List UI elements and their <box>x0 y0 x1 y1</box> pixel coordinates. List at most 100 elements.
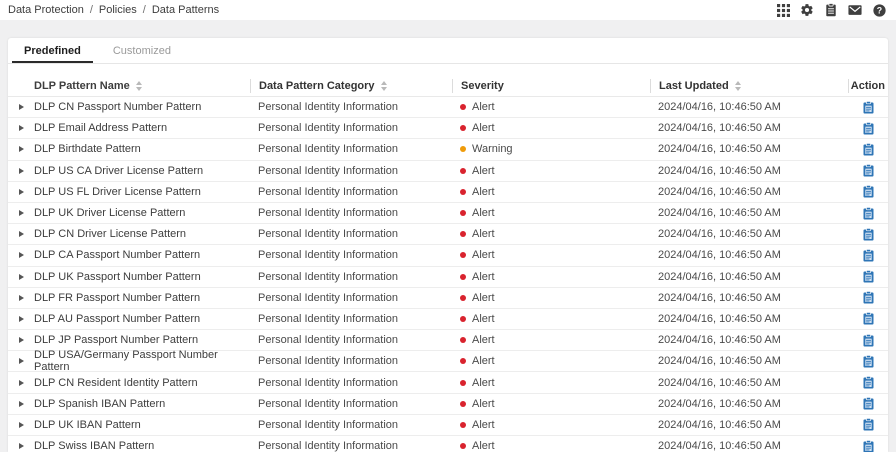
expand-caret-icon[interactable] <box>18 188 24 195</box>
table-row: DLP JP Passport Number Pattern Personal … <box>8 329 888 350</box>
column-header-category[interactable]: Data Pattern Category <box>250 79 452 93</box>
apps-grid-icon[interactable] <box>776 3 790 17</box>
pattern-name-cell: DLP Spanish IBAN Pattern <box>34 397 166 410</box>
severity-cell: Alert <box>452 440 650 452</box>
expand-caret-icon[interactable] <box>18 273 24 280</box>
column-label: Last Updated <box>659 80 729 92</box>
expand-caret-icon[interactable] <box>18 231 24 238</box>
expand-caret-icon[interactable] <box>18 252 24 259</box>
copy-action-button[interactable] <box>863 227 874 241</box>
expand-caret-icon[interactable] <box>18 421 24 428</box>
last-updated-cell: 2024/04/16, 10:46:50 AM <box>658 397 781 410</box>
breadcrumb-item-data-patterns[interactable]: Data Patterns <box>152 4 219 16</box>
copy-action-button[interactable] <box>863 270 874 283</box>
breadcrumb-item-policies[interactable]: Policies <box>99 4 137 16</box>
expand-caret-icon[interactable] <box>18 104 24 111</box>
expand-caret-icon[interactable] <box>18 379 24 386</box>
pattern-name-cell: DLP Swiss IBAN Pattern <box>34 440 155 452</box>
severity-label: Alert <box>472 440 495 452</box>
column-header-pattern-name[interactable]: DLP Pattern Name <box>34 80 250 92</box>
breadcrumb-item-data-protection[interactable]: Data Protection <box>8 4 84 16</box>
expand-cell <box>8 337 34 344</box>
severity-dot <box>460 167 466 174</box>
copy-action-button[interactable] <box>863 312 874 325</box>
action-cell <box>848 206 888 220</box>
sort-icon[interactable] <box>135 81 142 91</box>
severity-dot <box>460 400 466 407</box>
pattern-name-cell: DLP UK Driver License Pattern <box>34 207 186 220</box>
copy-action-button[interactable] <box>863 333 874 347</box>
severity-cell: Alert <box>452 122 650 134</box>
action-cell <box>848 227 888 241</box>
copy-action-button[interactable] <box>863 164 874 177</box>
category-cell: Personal Identity Information <box>258 397 399 410</box>
severity-cell: Alert <box>452 313 650 325</box>
last-updated-cell: 2024/04/16, 10:46:50 AM <box>658 270 781 283</box>
last-updated-cell: 2024/04/16, 10:46:50 AM <box>658 122 781 135</box>
column-header-last-updated[interactable]: Last Updated <box>650 79 848 93</box>
expand-caret-icon[interactable] <box>18 167 24 174</box>
dlp-patterns-table: DLP Pattern Name Data Pattern Category S… <box>8 76 888 452</box>
category-cell: Personal Identity Information <box>258 376 399 389</box>
table-header: DLP Pattern Name Data Pattern Category S… <box>8 76 888 96</box>
pattern-name-cell: DLP Birthdate Pattern <box>34 143 141 156</box>
severity-dot <box>460 379 466 386</box>
help-icon[interactable]: ? <box>872 3 886 17</box>
breadcrumb-separator: / <box>142 4 146 16</box>
expand-cell <box>8 125 34 132</box>
severity-dot <box>460 337 466 344</box>
copy-action-button[interactable] <box>863 143 874 156</box>
pattern-name-cell: DLP US CA Driver License Pattern <box>34 164 204 177</box>
table-row: DLP US FL Driver License Pattern Persona… <box>8 180 888 202</box>
expand-cell <box>8 104 34 111</box>
expand-caret-icon[interactable] <box>18 337 24 344</box>
expand-caret-icon[interactable] <box>18 210 24 217</box>
expand-caret-icon[interactable] <box>18 400 24 407</box>
copy-action-button[interactable] <box>863 418 874 431</box>
action-cell <box>848 270 888 283</box>
copy-action-button[interactable] <box>863 100 874 114</box>
copy-action-button[interactable] <box>863 354 874 368</box>
column-label: DLP Pattern Name <box>34 80 130 92</box>
sort-icon[interactable] <box>380 81 387 91</box>
category-cell: Personal Identity Information <box>258 334 399 347</box>
action-cell <box>848 439 888 452</box>
breadcrumb: Data Protection / Policies / Data Patter… <box>8 4 219 16</box>
tab-customized[interactable]: Customized <box>101 38 183 63</box>
action-cell <box>848 354 888 368</box>
copy-action-button[interactable] <box>863 185 874 198</box>
action-cell <box>848 248 888 262</box>
table-row: DLP CN Driver License Pattern Personal I… <box>8 223 888 244</box>
severity-dot <box>460 188 466 195</box>
tab-predefined[interactable]: Predefined <box>12 38 93 63</box>
mail-icon[interactable] <box>848 3 862 17</box>
expand-caret-icon[interactable] <box>18 443 24 450</box>
expand-caret-icon[interactable] <box>18 146 24 153</box>
expand-cell <box>8 273 34 280</box>
pattern-name-cell: DLP USA/Germany Passport Number Pattern <box>34 349 218 374</box>
copy-action-button[interactable] <box>863 376 874 389</box>
clipboard-icon[interactable] <box>824 3 838 17</box>
sort-icon[interactable] <box>734 81 741 91</box>
column-label: Data Pattern Category <box>259 80 375 92</box>
expand-caret-icon[interactable] <box>18 358 24 365</box>
copy-action-button[interactable] <box>863 439 874 452</box>
settings-gear-icon[interactable] <box>800 3 814 17</box>
expand-caret-icon[interactable] <box>18 294 24 301</box>
category-cell: Personal Identity Information <box>258 249 399 262</box>
category-cell: Personal Identity Information <box>258 164 399 177</box>
category-cell: Personal Identity Information <box>258 143 399 156</box>
severity-cell: Alert <box>452 249 650 261</box>
copy-action-button[interactable] <box>863 291 874 304</box>
category-cell: Personal Identity Information <box>258 185 399 198</box>
last-updated-cell: 2024/04/16, 10:46:50 AM <box>658 291 781 304</box>
copy-action-button[interactable] <box>863 397 874 410</box>
expand-caret-icon[interactable] <box>18 315 24 322</box>
copy-action-button[interactable] <box>863 206 874 220</box>
copy-action-button[interactable] <box>863 248 874 262</box>
expand-cell <box>8 315 34 322</box>
expand-cell <box>8 210 34 217</box>
pattern-name-cell: DLP JP Passport Number Pattern <box>34 334 199 347</box>
expand-caret-icon[interactable] <box>18 125 24 132</box>
copy-action-button[interactable] <box>863 121 874 135</box>
